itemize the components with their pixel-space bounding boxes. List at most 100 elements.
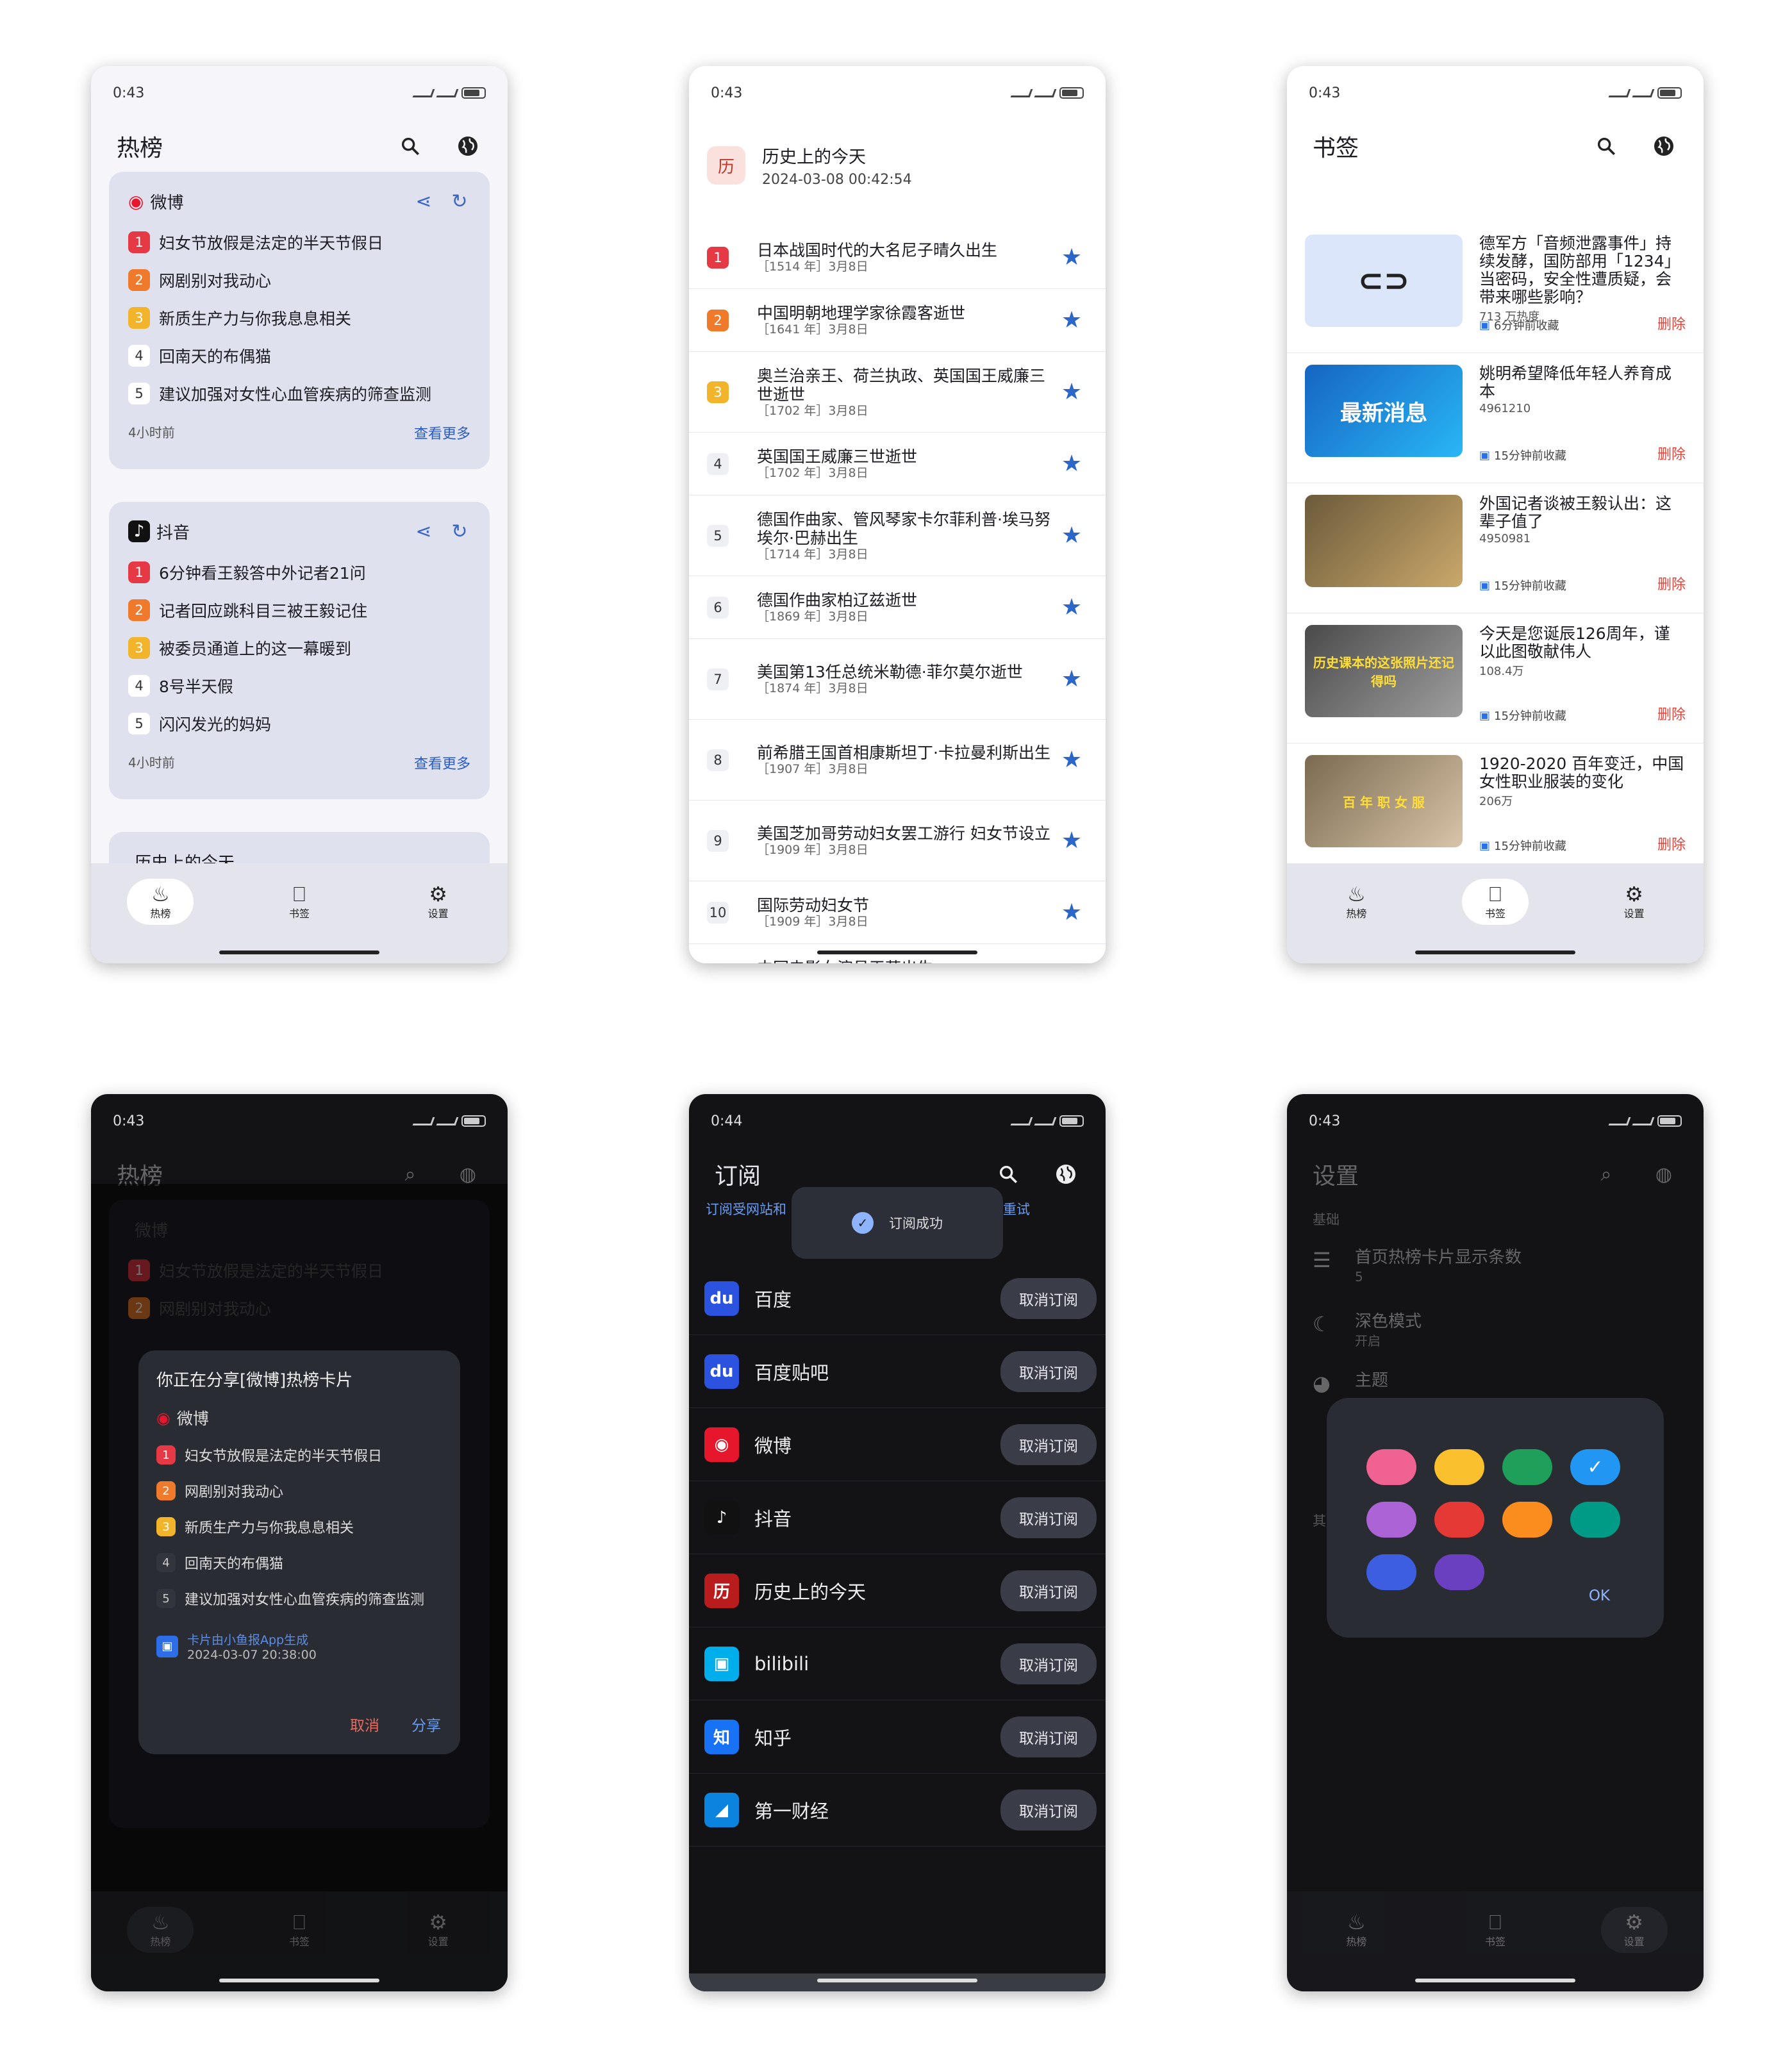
setting-dark-mode[interactable]: ☾ 深色模式 开启 <box>1287 1312 1704 1350</box>
history-title: 英国国王威廉三世逝世 <box>757 447 918 466</box>
list-item[interactable]: 2 记者回应跳科目三被王毅记住 <box>128 591 470 629</box>
star-icon[interactable]: ★ <box>1056 962 1088 963</box>
share-icon[interactable]: ⋖ <box>413 520 435 543</box>
bookmark-item[interactable]: 外国记者谈被王毅认出：这辈子值了 4950981 ▣ 15分钟前收藏 删除 <box>1287 483 1704 613</box>
star-icon[interactable]: ★ <box>1056 451 1088 477</box>
history-row[interactable]: 9 美国芝加哥劳动妇女罢工游行 妇女节设立 ［1909 年］3月8日 ★ <box>689 801 1106 881</box>
rank-badge: 8 <box>707 749 729 771</box>
nav-bookmark[interactable]: ⎕ 书签 <box>266 1907 333 1953</box>
rank-badge: 10 <box>707 901 729 924</box>
history-row[interactable]: 5 德国作曲家、管风琴家卡尔菲利普·埃马努埃尔·巴赫出生 ［1714 年］3月8日 ★ <box>689 495 1106 576</box>
refresh-icon[interactable]: ↻ <box>449 520 470 543</box>
nav-settings[interactable]: ⚙ 设置 <box>405 879 472 925</box>
cancel-button[interactable]: 取消 <box>350 1713 379 1735</box>
nav-bookmark[interactable]: ⎕ 书签 <box>1461 879 1529 925</box>
more-link[interactable]: 查看更多 <box>414 422 470 443</box>
bookmark-item[interactable]: 百 年 职 女 服 1920-2020 百年变迁，中国女性职业服装的变化 206万 ▣… <box>1287 743 1704 874</box>
section-header-other: 其 <box>1313 1513 1326 1529</box>
star-icon[interactable]: ★ <box>1056 379 1088 405</box>
star-icon[interactable]: ★ <box>1056 899 1088 926</box>
list-item[interactable]: 2 网剧别对我动心 <box>128 261 470 299</box>
history-row[interactable]: 4 英国国王威廉三世逝世 ［1702 年］3月8日 ★ <box>689 433 1106 495</box>
unsubscribe-button[interactable]: 取消订阅 <box>1000 1643 1097 1684</box>
unsubscribe-button[interactable]: 取消订阅 <box>1000 1716 1097 1757</box>
nav-settings[interactable]: ⚙ 设置 <box>1601 879 1668 925</box>
nav-bookmark[interactable]: ⎕ 书签 <box>1462 1907 1529 1953</box>
list-item[interactable]: 5 闪闪发光的妈妈 <box>128 704 470 742</box>
search-icon[interactable] <box>396 132 424 160</box>
color-swatch[interactable] <box>1502 1502 1552 1538</box>
share-button[interactable]: 分享 <box>411 1713 441 1735</box>
delete-button[interactable]: 删除 <box>1657 833 1686 854</box>
color-swatch[interactable] <box>1366 1554 1416 1590</box>
history-row[interactable]: 1 日本战国时代的大名尼子晴久出生 ［1514 年］3月8日 ★ <box>689 226 1106 289</box>
refresh-icon[interactable]: ↻ <box>449 190 470 213</box>
color-swatch-selected[interactable]: ✓ <box>1570 1449 1620 1485</box>
nav-settings[interactable]: ⚙ 设置 <box>405 1907 472 1953</box>
globe-icon[interactable] <box>1052 1160 1080 1188</box>
source-name: 百度 <box>754 1288 792 1311</box>
history-row[interactable]: 2 中国明朝地理学家徐霞客逝世 ［1641 年］3月8日 ★ <box>689 289 1106 352</box>
nav-settings[interactable]: ⚙ 设置 <box>1600 1907 1668 1953</box>
nav-hot[interactable]: ♨ 热榜 <box>1323 1907 1390 1953</box>
unsubscribe-button[interactable]: 取消订阅 <box>1000 1350 1097 1392</box>
nav-hot[interactable]: ♨ 热榜 <box>1323 879 1390 925</box>
star-icon[interactable]: ★ <box>1056 594 1088 620</box>
unsubscribe-button[interactable]: 取消订阅 <box>1000 1497 1097 1538</box>
retry-link[interactable]: 重试 <box>1003 1199 1030 1218</box>
color-swatch[interactable] <box>1502 1449 1552 1485</box>
history-row[interactable]: 8 前希腊王国首相康斯坦丁·卡拉曼利斯出生 ［1907 年］3月8日 ★ <box>689 720 1106 801</box>
unsubscribe-button[interactable]: 取消订阅 <box>1000 1789 1097 1831</box>
star-icon[interactable]: ★ <box>1056 307 1088 333</box>
list-item[interactable]: 4 8号半天假 <box>128 667 470 704</box>
color-swatch[interactable] <box>1570 1502 1620 1538</box>
color-swatch[interactable] <box>1366 1449 1416 1485</box>
history-row[interactable]: 6 德国作曲家柏辽兹逝世 ［1869 年］3月8日 ★ <box>689 576 1106 639</box>
star-icon[interactable]: ★ <box>1056 747 1088 773</box>
list-item[interactable]: 5 建议加强对女性心血管疾病的筛查监测 <box>128 374 470 412</box>
bookmark-thumbnail: 最新消息 <box>1305 365 1463 457</box>
color-swatch[interactable] <box>1366 1502 1416 1538</box>
color-swatch[interactable] <box>1434 1554 1484 1590</box>
globe-icon[interactable] <box>1650 132 1678 160</box>
hot-card-douyin: ♪ 抖音 ⋖ ↻ 1 6分钟看王毅答中外记者21问 2 记者回应跳科目三被王毅记住 3 被委… <box>109 502 490 799</box>
search-icon[interactable] <box>1592 132 1620 160</box>
delete-button[interactable]: 删除 <box>1657 573 1686 594</box>
unsubscribe-button[interactable]: 取消订阅 <box>1000 1424 1097 1465</box>
bottom-bar <box>689 1973 1106 1991</box>
list-item[interactable]: 3 被委员通道上的这一幕暖到 <box>128 629 470 667</box>
bookmark-item[interactable]: ⊂⊃ 德军方「音频泄露事件」持续发酵，国防部用「1234」当密码，安全性遭质疑，会… <box>1287 223 1704 353</box>
star-icon[interactable]: ★ <box>1056 244 1088 270</box>
unsubscribe-button[interactable]: 取消订阅 <box>1000 1277 1097 1319</box>
star-icon[interactable]: ★ <box>1056 666 1088 692</box>
list-item[interactable]: 4 回南天的布偶猫 <box>128 336 470 374</box>
share-icon[interactable]: ⋖ <box>413 190 435 213</box>
color-swatch[interactable] <box>1434 1449 1484 1485</box>
search-icon[interactable] <box>994 1160 1022 1188</box>
nav-bookmark[interactable]: ⎕ 书签 <box>266 879 333 925</box>
delete-button[interactable]: 删除 <box>1657 313 1686 333</box>
nav-hot[interactable]: ♨ 热榜 <box>127 1907 194 1953</box>
setting-card-count[interactable]: ☰ 首页热榜卡片显示条数 5 <box>1287 1248 1704 1286</box>
source-logo-icon: du <box>704 1354 739 1389</box>
setting-theme[interactable]: ◕ 主题 <box>1287 1371 1704 1395</box>
history-row[interactable]: 10 国际劳动妇女节 ［1909 年］3月8日 ★ <box>689 881 1106 944</box>
delete-button[interactable]: 删除 <box>1657 443 1686 463</box>
color-swatch[interactable] <box>1434 1502 1484 1538</box>
history-row[interactable]: 7 美国第13任总统米勒德·菲尔莫尔逝世 ［1874 年］3月8日 ★ <box>689 639 1106 720</box>
nav-hot[interactable]: ♨ 热榜 <box>127 879 194 925</box>
delete-button[interactable]: 删除 <box>1657 703 1686 724</box>
bookmark-item[interactable]: 最新消息 姚明希望降低年轻人养育成本 4961210 ▣ 15分钟前收藏 删除 <box>1287 353 1704 483</box>
star-icon[interactable]: ★ <box>1056 522 1088 549</box>
list-item[interactable]: 1 妇女节放假是法定的半天节假日 <box>128 223 470 261</box>
history-title: 美国芝加哥劳动妇女罢工游行 妇女节设立 <box>757 824 1050 843</box>
bookmark-item[interactable]: 历史课本的这张照片还记得吗 今天是您诞辰126周年，谨以此图敬献伟人 108.4万 ▣… <box>1287 613 1704 743</box>
history-row[interactable]: 3 奥兰治亲王、荷兰执政、英国国王威廉三世逝世 ［1702 年］3月8日 ★ <box>689 352 1106 433</box>
globe-icon[interactable] <box>454 132 482 160</box>
unsubscribe-button[interactable]: 取消订阅 <box>1000 1570 1097 1611</box>
ok-button[interactable]: OK <box>1589 1588 1610 1604</box>
list-item[interactable]: 3 新质生产力与你我息息相关 <box>128 299 470 336</box>
list-item[interactable]: 1 6分钟看王毅答中外记者21问 <box>128 553 470 591</box>
star-icon[interactable]: ★ <box>1056 827 1088 854</box>
more-link[interactable]: 查看更多 <box>414 752 470 773</box>
